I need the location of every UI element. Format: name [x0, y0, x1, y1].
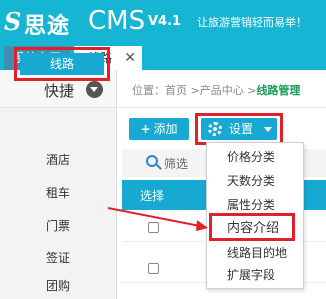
menu-item-days-category[interactable]: 天数分类: [207, 171, 303, 191]
app-header: S 思途 CMS V4.1 让旅游营销轻而易举！: [0, 0, 326, 44]
sidebar: 快捷 酒店 租车 门票 签证 团购: [0, 70, 117, 299]
chevron-down-icon[interactable]: [86, 81, 103, 98]
plus-icon: +: [140, 122, 151, 136]
row-checkbox[interactable]: [148, 263, 159, 274]
filter-button[interactable]: 筛选: [164, 155, 188, 172]
menu-item-route-destination[interactable]: 线路目的地: [207, 243, 303, 263]
close-icon[interactable]: ✕: [124, 46, 136, 70]
breadcrumb-path: 位置：首页 >产品中心 >: [132, 84, 257, 97]
brand-name: 思途: [24, 14, 71, 39]
sidebar-item-group[interactable]: 团购: [0, 273, 116, 299]
menu-item-price-category[interactable]: 价格分类: [207, 147, 303, 167]
breadcrumb-bar: 位置：首页 >产品中心 >线路管理: [118, 70, 326, 108]
brand-cms: CMS: [88, 6, 146, 36]
row-checkbox[interactable]: [148, 222, 159, 233]
annotation-box-settings: 设置: [195, 113, 283, 145]
settings-button[interactable]: 设置: [201, 118, 277, 140]
search-icon: [146, 155, 158, 167]
sidebar-item-hotel[interactable]: 酒店: [0, 147, 116, 173]
annotation-box-menu: [209, 213, 295, 241]
logo-icon: S: [4, 7, 22, 36]
column-header-select: 选择: [140, 189, 165, 203]
breadcrumb-current: 线路管理: [256, 84, 301, 97]
annotation-box-sidebar: 线路: [14, 47, 110, 81]
sidebar-item-ticket[interactable]: 门票: [0, 213, 116, 239]
breadcrumb: 位置：首页 >产品中心 >线路管理: [132, 82, 300, 98]
settings-button-label: 设置: [229, 122, 254, 136]
menu-item-extended-fields[interactable]: 扩展字段: [207, 265, 303, 285]
sidebar-item-route[interactable]: 线路: [20, 53, 104, 75]
menu-item-attribute-category[interactable]: 属性分类: [207, 195, 303, 215]
slogan: 让旅游营销轻而易举！: [197, 16, 307, 29]
gear-icon: [208, 122, 222, 136]
add-button-label: 添加: [153, 122, 178, 136]
version-label: V4.1: [148, 14, 182, 29]
caret-down-icon: [264, 127, 272, 132]
add-button[interactable]: + 添加: [129, 118, 189, 140]
sidebar-item-visa[interactable]: 签证: [0, 245, 116, 271]
sidebar-item-car[interactable]: 租车: [0, 180, 116, 206]
sidebar-title: 快捷: [44, 82, 75, 100]
